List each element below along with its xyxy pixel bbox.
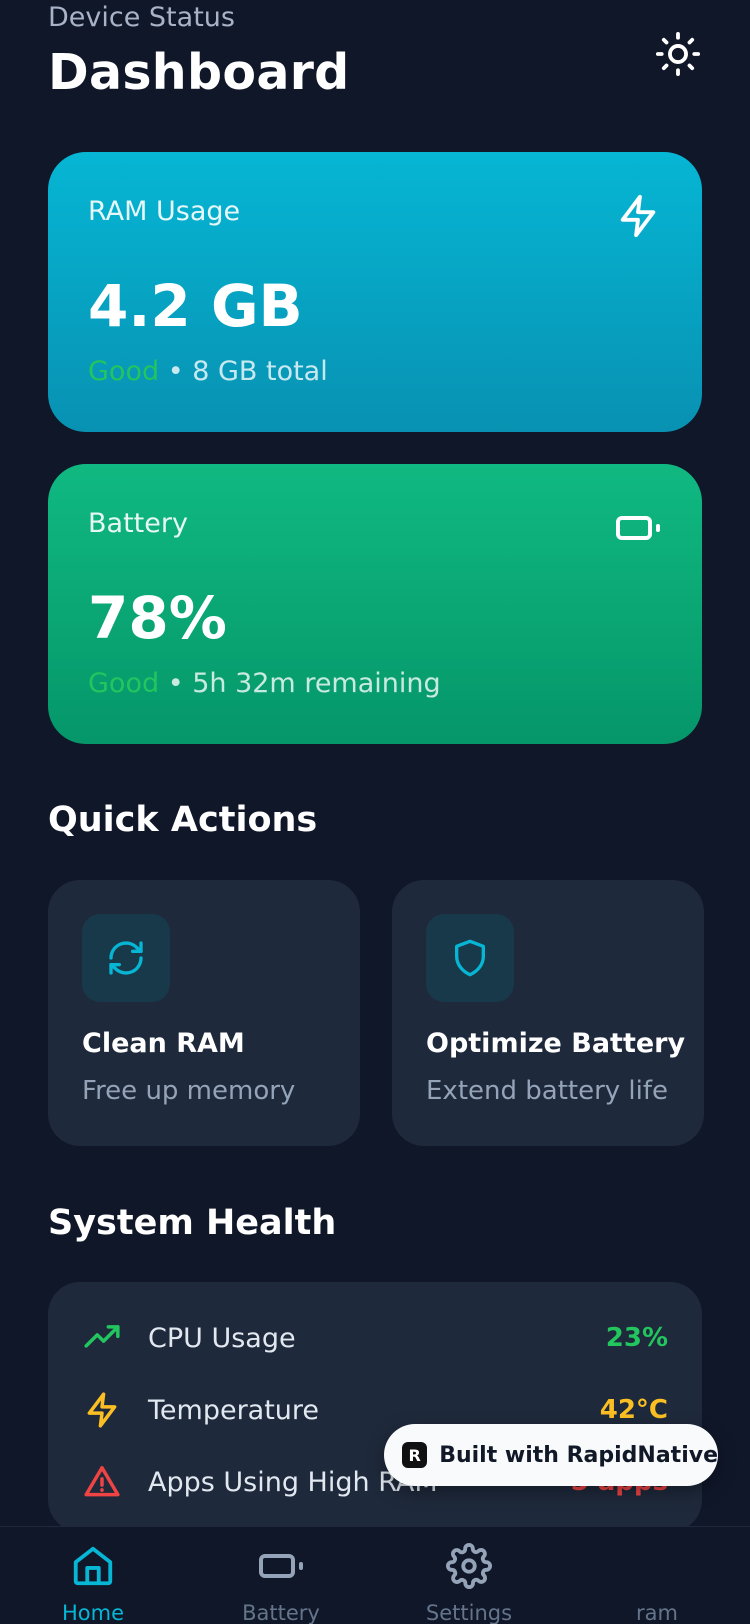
battery-icon (216, 1541, 346, 1591)
nav-label-battery: Battery (242, 1601, 320, 1624)
page-title: Dashboard (48, 44, 350, 101)
rapidnative-logo-icon: R (402, 1442, 428, 1468)
clean-ram-title: Clean RAM (82, 1028, 245, 1059)
ram-card-value: 4.2 GB (88, 272, 303, 340)
warning-icon (82, 1462, 122, 1502)
temperature-value: 42°C (599, 1395, 668, 1425)
gear-icon (404, 1541, 534, 1591)
ram-card-label: RAM Usage (88, 196, 241, 227)
home-icon (28, 1541, 158, 1591)
bottom-nav: Home Battery Settings ram (0, 1526, 750, 1624)
shield-icon (455, 939, 485, 977)
optimize-battery-icon-box (426, 914, 514, 1002)
battery-card-meta: Good • 5h 32m remaining (88, 668, 441, 699)
system-health-card: CPU Usage 23% Temperature 42°C Apps Usin… (48, 1282, 702, 1532)
health-row-cpu: CPU Usage 23% (82, 1316, 668, 1360)
optimize-battery-button[interactable]: Optimize Battery Extend battery life (392, 880, 704, 1146)
battery-card[interactable]: Battery 78% Good • 5h 32m remaining (48, 464, 702, 744)
nav-label-ram: ram (636, 1601, 678, 1624)
clean-ram-desc: Free up memory (82, 1076, 296, 1106)
nav-label-settings: Settings (425, 1601, 513, 1624)
cpu-usage-value: 23% (605, 1323, 668, 1353)
ram-card-icon-wrap (614, 192, 662, 240)
optimize-battery-title: Optimize Battery (426, 1028, 686, 1059)
battery-icon (616, 516, 660, 540)
battery-status-text: Good (88, 668, 160, 699)
clean-ram-button[interactable]: Clean RAM Free up memory (48, 880, 360, 1146)
dashboard-screen: Device Status Dashboard RAM Usage 4.2 GB… (0, 0, 750, 1624)
refresh-icon (109, 941, 143, 975)
nav-label-home: Home (61, 1601, 124, 1624)
temperature-label: Temperature (148, 1394, 320, 1426)
battery-detail-text: • 5h 32m remaining (159, 668, 441, 699)
clean-ram-icon-box (82, 914, 170, 1002)
quick-actions-title: Quick Actions (48, 800, 318, 840)
theme-toggle-button[interactable] (652, 28, 704, 80)
page-subtitle: Device Status (48, 2, 235, 33)
optimize-battery-desc: Extend battery life (426, 1076, 669, 1106)
cpu-usage-label: CPU Usage (148, 1322, 296, 1354)
nav-tab-ram[interactable]: ram (592, 1527, 722, 1624)
built-with-badge[interactable]: R Built with RapidNative (384, 1424, 718, 1486)
nav-tab-home[interactable]: Home (28, 1527, 158, 1624)
battery-card-label: Battery (88, 508, 188, 539)
sun-icon (655, 31, 701, 77)
trending-up-icon (82, 1318, 122, 1358)
ram-card-meta: Good • 8 GB total (88, 356, 328, 387)
battery-card-value: 78% (88, 584, 227, 652)
lightning-icon (82, 1390, 122, 1430)
nav-tab-settings[interactable]: Settings (404, 1527, 534, 1624)
nav-tab-battery[interactable]: Battery (216, 1527, 346, 1624)
battery-card-icon-wrap (614, 504, 662, 552)
lightning-icon (620, 194, 656, 238)
badge-text: Built with RapidNative (439, 1442, 718, 1468)
ram-detail-text: • 8 GB total (159, 356, 328, 387)
ram-status-text: Good (88, 356, 160, 387)
ram-usage-card[interactable]: RAM Usage 4.2 GB Good • 8 GB total (48, 152, 702, 432)
badge-logo-letter: R (408, 1445, 421, 1465)
system-health-title: System Health (48, 1203, 337, 1243)
